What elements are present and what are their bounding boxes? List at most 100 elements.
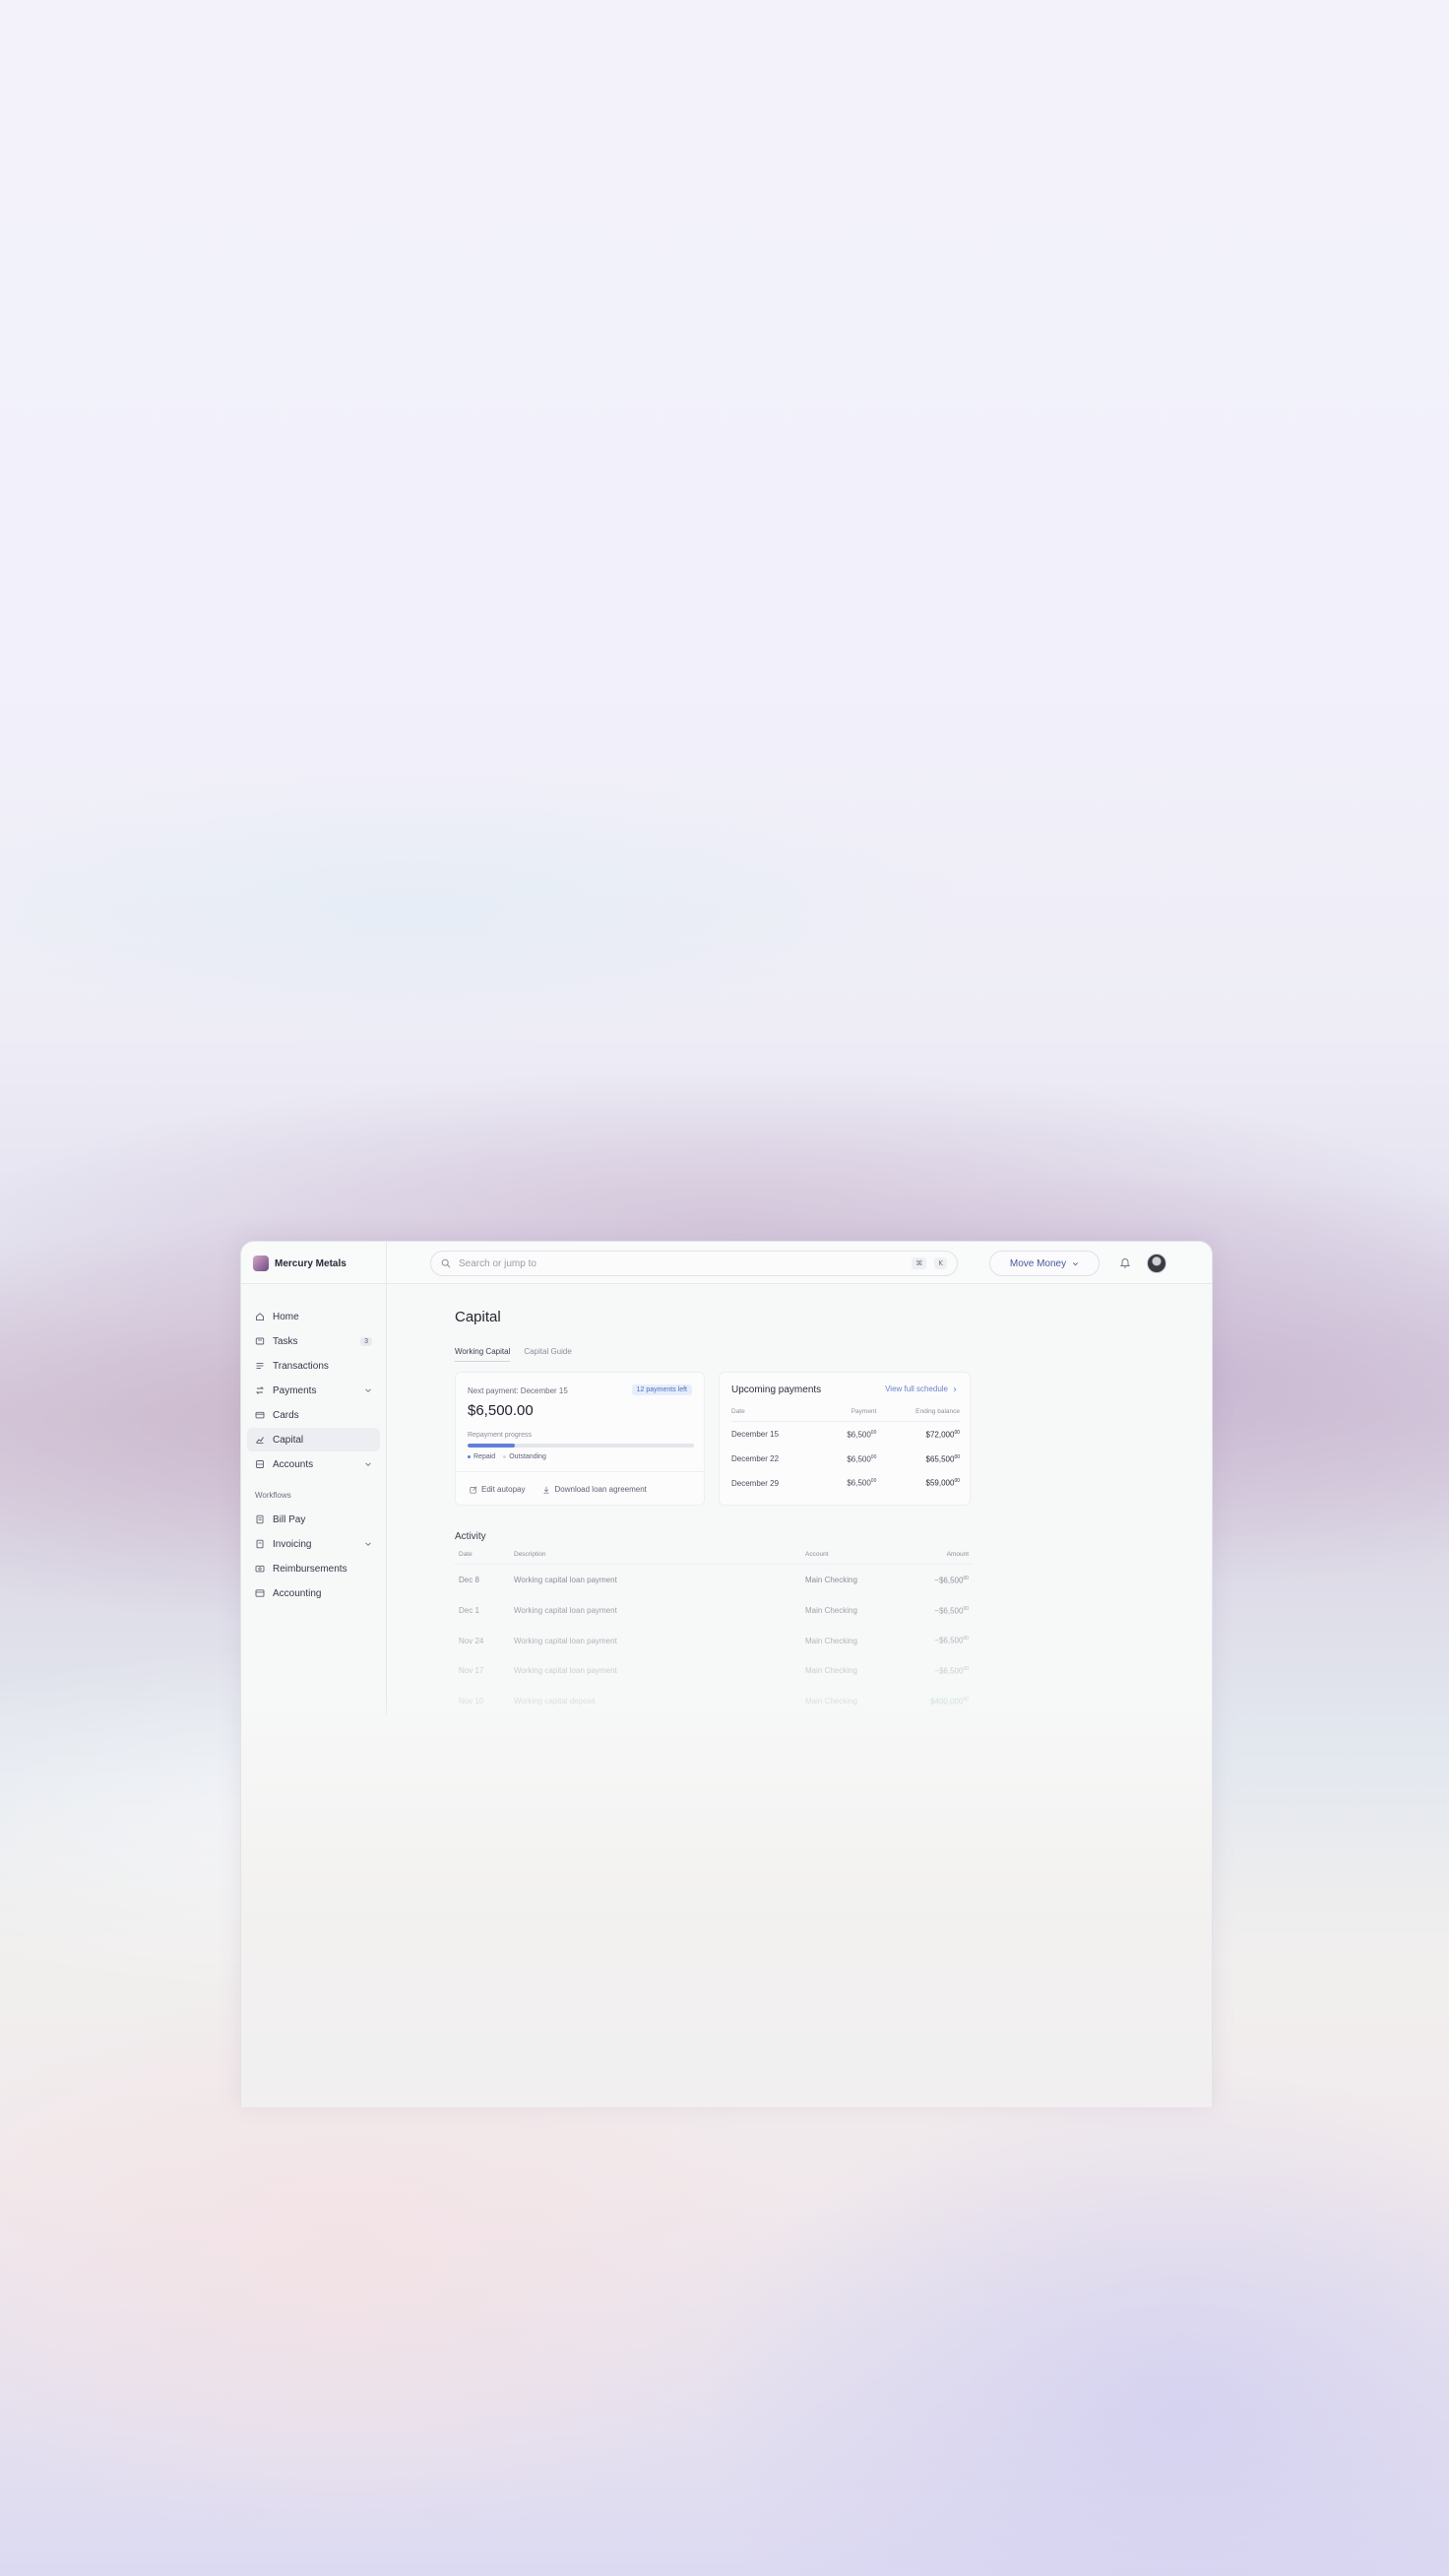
bell-icon[interactable] bbox=[1118, 1256, 1132, 1269]
activity-account: Main Checking bbox=[805, 1666, 857, 1676]
tab-capital-guide[interactable]: Capital Guide bbox=[524, 1347, 571, 1362]
capital-tabs: Working Capital Capital Guide bbox=[455, 1347, 572, 1362]
activity-date: Nov 17 bbox=[459, 1666, 484, 1676]
upcoming-payment: $6,50000 bbox=[847, 1453, 877, 1464]
upcoming-balance: $72,00000 bbox=[925, 1430, 960, 1440]
legend-outstanding: Outstanding bbox=[503, 1453, 546, 1460]
table-row[interactable]: Dec 1 Working capital loan payment Main … bbox=[455, 1595, 973, 1626]
sidebar-item-label: Reimbursements bbox=[273, 1563, 347, 1575]
column-header-description: Description bbox=[510, 1551, 801, 1565]
transactions-icon bbox=[256, 1363, 264, 1369]
sidebar-item-reimbursements[interactable]: Reimbursements bbox=[247, 1557, 380, 1580]
progress-legend: Repaid Outstanding bbox=[468, 1453, 546, 1460]
column-header-payment: Payment bbox=[820, 1408, 877, 1422]
column-header-date: Date bbox=[731, 1408, 821, 1422]
upcoming-payments-table: Date Payment Ending balance December 15 … bbox=[731, 1408, 960, 1495]
sidebar-item-accounts[interactable]: Accounts bbox=[247, 1452, 380, 1476]
next-payment-label: Next payment: December 15 bbox=[468, 1386, 568, 1395]
column-header-date: Date bbox=[455, 1551, 510, 1565]
sidebar-item-label: Invoicing bbox=[273, 1538, 312, 1550]
sidebar-item-label: Cards bbox=[273, 1409, 299, 1421]
activity-amount: −$6,50000 bbox=[934, 1636, 969, 1645]
capital-icon bbox=[256, 1437, 264, 1445]
repayment-progress-fill bbox=[468, 1444, 516, 1448]
brand[interactable]: Mercury Metals bbox=[253, 1254, 346, 1273]
table-header-row: Date Payment Ending balance bbox=[731, 1408, 960, 1422]
avatar[interactable] bbox=[1147, 1254, 1166, 1273]
activity-description: Working capital loan payment bbox=[514, 1666, 617, 1676]
accounts-icon bbox=[256, 1460, 264, 1468]
sidebar-item-tasks[interactable]: Tasks 3 bbox=[247, 1329, 380, 1353]
move-money-label: Move Money bbox=[1009, 1257, 1067, 1269]
upcoming-date: December 22 bbox=[731, 1453, 780, 1463]
table-row[interactable]: Dec 8 Working capital loan payment Main … bbox=[455, 1565, 973, 1595]
upcoming-date: December 15 bbox=[731, 1430, 780, 1440]
table-row[interactable]: December 15 $6,50000 $72,00000 bbox=[731, 1422, 960, 1447]
view-full-schedule-link[interactable]: View full schedule bbox=[885, 1385, 958, 1393]
legend-repaid: Repaid bbox=[468, 1453, 495, 1460]
table-row[interactable]: Nov 24 Working capital loan payment Main… bbox=[455, 1625, 973, 1655]
sidebar-item-label: Bill Pay bbox=[273, 1513, 306, 1525]
move-money-button[interactable]: Move Money bbox=[989, 1251, 1100, 1276]
table-row[interactable]: December 22 $6,50000 $65,50000 bbox=[731, 1447, 960, 1471]
table-row[interactable]: December 29 $6,50000 $59,00000 bbox=[731, 1470, 960, 1495]
edit-icon bbox=[470, 1486, 477, 1494]
shortcut-key-cmd: ⌘ bbox=[912, 1257, 927, 1269]
home-icon bbox=[256, 1313, 264, 1321]
chevron-down-icon bbox=[1073, 1261, 1079, 1265]
invoicing-icon bbox=[256, 1539, 264, 1549]
sidebar-item-home[interactable]: Home bbox=[247, 1305, 380, 1328]
brand-logo bbox=[253, 1256, 269, 1271]
card-icon bbox=[255, 1411, 265, 1419]
activity-title: Activity bbox=[455, 1531, 486, 1542]
sidebar-item-label: Tasks bbox=[273, 1335, 298, 1347]
chevron-down-icon[interactable] bbox=[364, 1386, 372, 1394]
repayment-progress-label: Repayment progress bbox=[468, 1432, 532, 1439]
bill-pay-icon bbox=[256, 1514, 264, 1524]
search-bar[interactable]: ⌘ K bbox=[430, 1251, 958, 1276]
edit-autopay-button[interactable]: Edit autopay bbox=[470, 1485, 525, 1494]
download-agreement-button[interactable]: Download loan agreement bbox=[542, 1485, 647, 1494]
chevron-right-icon bbox=[953, 1386, 957, 1391]
sidebar-nav: Home Tasks 3 Transactions Payments Cards bbox=[241, 1285, 386, 1476]
activity-date: Nov 24 bbox=[459, 1636, 484, 1645]
accounting-icon bbox=[255, 1589, 265, 1597]
brand-name: Mercury Metals bbox=[275, 1257, 346, 1269]
search-input[interactable] bbox=[459, 1257, 905, 1269]
chevron-down-icon[interactable] bbox=[364, 1460, 372, 1468]
sidebar-item-bill-pay[interactable]: Bill Pay bbox=[247, 1508, 380, 1531]
page-title: Capital bbox=[455, 1309, 501, 1325]
activity-table: Date Description Account Amount Dec 8 Wo… bbox=[455, 1551, 973, 1715]
tab-working-capital[interactable]: Working Capital bbox=[455, 1347, 511, 1362]
sidebar-item-label: Payments bbox=[273, 1385, 317, 1396]
column-header-ending-balance: Ending balance bbox=[876, 1408, 960, 1422]
sidebar: Home Tasks 3 Transactions Payments Cards bbox=[241, 1285, 386, 1606]
activity-account: Main Checking bbox=[805, 1605, 857, 1615]
activity-account: Main Checking bbox=[805, 1576, 857, 1585]
tasks-icon bbox=[255, 1337, 265, 1345]
sidebar-item-invoicing[interactable]: Invoicing bbox=[247, 1532, 380, 1556]
next-payment-actions: Edit autopay Download loan agreement bbox=[456, 1471, 704, 1507]
sidebar-item-accounting[interactable]: Accounting bbox=[247, 1581, 380, 1605]
payments-icon bbox=[255, 1386, 265, 1394]
chevron-down-icon[interactable] bbox=[364, 1540, 372, 1548]
activity-date: Nov 10 bbox=[459, 1696, 484, 1706]
sidebar-item-capital[interactable]: Capital bbox=[247, 1428, 380, 1451]
window-fade-overlay bbox=[241, 1694, 1212, 2107]
search-icon bbox=[441, 1258, 451, 1268]
sidebar-item-payments[interactable]: Payments bbox=[247, 1379, 380, 1402]
activity-description: Working capital loan payment bbox=[514, 1576, 617, 1585]
repayment-progress-bar bbox=[468, 1444, 694, 1448]
sidebar-item-cards[interactable]: Cards bbox=[247, 1403, 380, 1427]
activity-description: Working capital loan payment bbox=[514, 1636, 617, 1645]
table-row[interactable]: Nov 10 Working capital deposit Main Chec… bbox=[455, 1686, 973, 1716]
upcoming-date: December 29 bbox=[731, 1478, 780, 1488]
activity-description: Working capital deposit bbox=[514, 1696, 596, 1706]
table-row[interactable]: Nov 17 Working capital loan payment Main… bbox=[455, 1655, 973, 1686]
sidebar-item-label: Capital bbox=[273, 1434, 304, 1446]
workflows-heading: Workflows bbox=[255, 1491, 291, 1500]
table-header-row: Date Description Account Amount bbox=[455, 1551, 973, 1565]
download-icon bbox=[543, 1486, 549, 1494]
sidebar-item-transactions[interactable]: Transactions bbox=[247, 1354, 380, 1378]
sidebar-item-label: Home bbox=[273, 1311, 299, 1322]
